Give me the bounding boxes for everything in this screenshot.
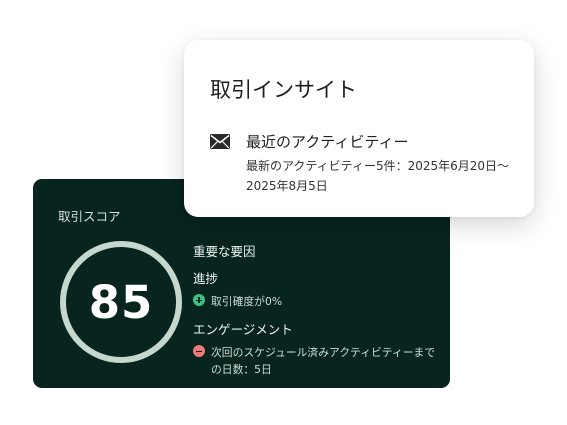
recent-activity-title: 最近のアクティビティー bbox=[246, 133, 409, 151]
factor-group-title-progress: 進捗 bbox=[193, 271, 219, 286]
factor-item: 次回のスケジュール済みアクティビティーまでの日数：5日 bbox=[193, 344, 438, 378]
deal-score-value: 85 bbox=[88, 275, 154, 329]
key-factors: 重要な要因 進捗 取引確度が0% エンゲージメント 次回のスケジュール済みアクテ… bbox=[193, 241, 438, 387]
factor-group-title-engagement: エンゲージメント bbox=[193, 322, 293, 337]
deal-insights-card: 取引インサイト 最近のアクティビティー 最新のアクティビティー5件：2025年6… bbox=[184, 40, 534, 217]
plus-circle-icon bbox=[193, 294, 205, 306]
insights-title: 取引インサイト bbox=[210, 78, 357, 102]
factor-text: 取引確度が0% bbox=[211, 295, 283, 308]
score-ring: 85 bbox=[60, 241, 182, 363]
factor-item: 取引確度が0% bbox=[193, 293, 438, 310]
deal-score-label: 取引スコア bbox=[58, 209, 121, 224]
minus-circle-icon bbox=[193, 345, 205, 357]
factor-text: 次回のスケジュール済みアクティビティーまでの日数：5日 bbox=[211, 346, 436, 376]
mail-icon bbox=[210, 134, 230, 149]
recent-activity-detail: 最新のアクティビティー5件：2025年6月20日〜2025年8月5日 bbox=[246, 159, 510, 193]
key-factors-title: 重要な要因 bbox=[193, 244, 256, 259]
